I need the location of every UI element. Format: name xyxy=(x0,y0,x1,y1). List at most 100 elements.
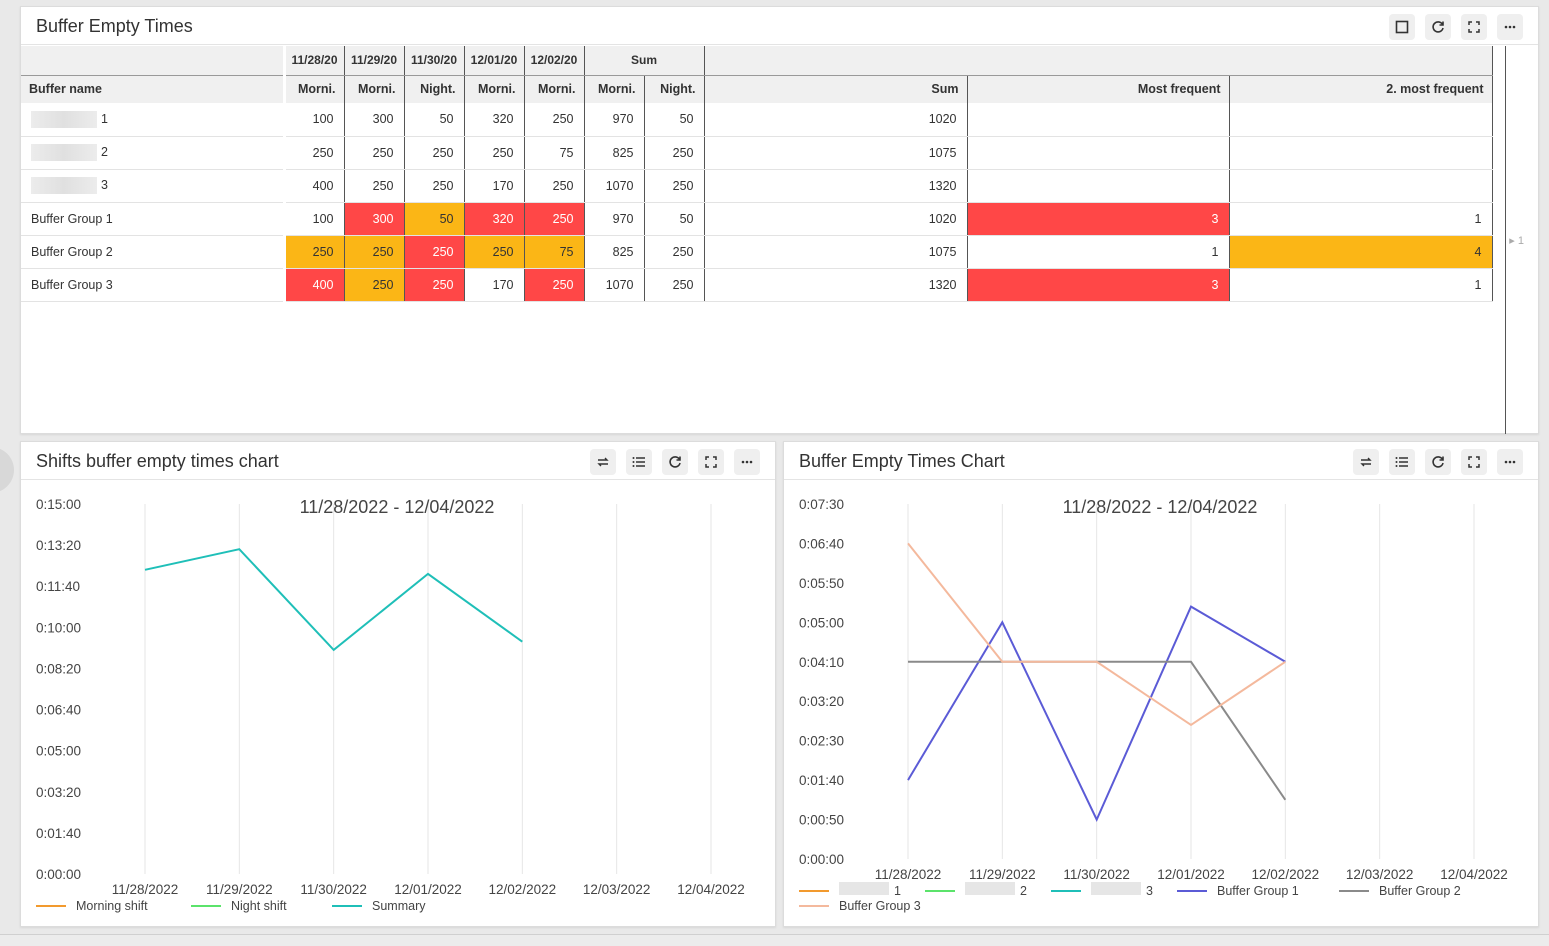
table-cell: 100 xyxy=(284,202,345,236)
column-header[interactable]: 2. most frequent xyxy=(1229,75,1493,103)
table-cell xyxy=(967,169,1230,203)
date-header[interactable]: 12/01/20 xyxy=(464,46,525,76)
y-tick-label: 0:03:20 xyxy=(799,694,844,709)
table-cell: 250 xyxy=(284,235,345,269)
legend-label: 2 xyxy=(1020,884,1027,898)
buffer-name-cell: Buffer Group 1 xyxy=(21,202,286,236)
column-header-buffer-name[interactable]: Buffer name xyxy=(21,75,286,103)
y-tick-label: 0:10:00 xyxy=(36,620,81,635)
fullscreen-icon[interactable] xyxy=(1461,14,1487,40)
refresh-icon[interactable] xyxy=(1425,14,1451,40)
table-row[interactable]: 3 400 250 250 170 250 1070 250 1320 xyxy=(21,169,1493,203)
table-cell: 1 xyxy=(967,235,1230,269)
more-icon[interactable] xyxy=(1497,449,1523,475)
page-indicator[interactable]: ▸ 1 xyxy=(1509,234,1524,247)
y-tick-label: 0:03:20 xyxy=(36,785,81,800)
table-cell: 250 xyxy=(644,268,705,302)
buffer-name-cell: 1 xyxy=(21,103,286,137)
table-row[interactable]: 2 250 250 250 250 75 825 250 1075 xyxy=(21,136,1493,170)
more-icon[interactable] xyxy=(734,449,760,475)
table-cell: 250 xyxy=(524,103,585,137)
table-row[interactable]: Buffer Group 3 400 250 250 170 250 1070 250 1320… xyxy=(21,268,1493,302)
more-icon[interactable] xyxy=(1497,14,1523,40)
legend-label: 1 xyxy=(894,884,901,898)
maximize-icon[interactable] xyxy=(1389,14,1415,40)
table-cell: 1075 xyxy=(704,136,968,170)
refresh-icon[interactable] xyxy=(1425,449,1451,475)
x-tick-label: 11/29/2022 xyxy=(206,882,273,897)
column-header[interactable]: Night. xyxy=(404,75,465,103)
table-cell: 250 xyxy=(464,136,525,170)
x-tick-label: 12/02/2022 xyxy=(489,882,557,897)
date-header[interactable]: 11/30/20 xyxy=(404,46,465,76)
table-row[interactable]: Buffer Group 1 100 300 50 320 250 970 50 1020 3 1 xyxy=(21,202,1493,236)
sidebar-toggle[interactable] xyxy=(0,447,14,493)
x-tick-label: 11/28/2022 xyxy=(875,867,942,882)
table-row[interactable]: 1 100 300 50 320 250 970 50 1020 xyxy=(21,103,1493,137)
x-tick-label: 12/01/2022 xyxy=(394,882,462,897)
fullscreen-icon[interactable] xyxy=(1461,449,1487,475)
table-cell: 250 xyxy=(644,136,705,170)
panel-tools xyxy=(1389,14,1523,40)
table-cell: 300 xyxy=(344,103,405,137)
list-icon[interactable] xyxy=(626,449,652,475)
chart-title: 11/28/2022 - 12/04/2022 xyxy=(300,497,495,517)
table-cell: 1 xyxy=(1229,202,1493,236)
table-cell: 250 xyxy=(404,235,465,269)
column-header[interactable]: Morni. xyxy=(584,75,645,103)
buffer-table: 11/28/20 11/29/20 11/30/20 12/01/20 12/0… xyxy=(21,46,1493,302)
table-cell: 250 xyxy=(284,136,345,170)
x-tick-label: 11/30/2022 xyxy=(1063,867,1130,882)
buffer-name-cell: Buffer Group 3 xyxy=(21,268,286,302)
date-header[interactable]: 11/29/20 xyxy=(344,46,405,76)
table-cell: 1020 xyxy=(704,103,968,137)
table-cell: 170 xyxy=(464,268,525,302)
panel-title: Shifts buffer empty times chart xyxy=(36,451,279,471)
refresh-icon[interactable] xyxy=(662,449,688,475)
column-header[interactable]: Most frequent xyxy=(967,75,1230,103)
table-cell: 170 xyxy=(464,169,525,203)
panel-header: Buffer Empty Times Chart xyxy=(784,442,1538,480)
table-cell: 250 xyxy=(464,235,525,269)
x-tick-label: 11/30/2022 xyxy=(300,882,367,897)
x-tick-label: 12/04/2022 xyxy=(1440,867,1508,882)
panel-title: Buffer Empty Times Chart xyxy=(799,451,1005,471)
column-header[interactable]: Morni. xyxy=(284,75,345,103)
date-header[interactable]: 12/02/20 xyxy=(524,46,585,76)
table-cell: 1 xyxy=(1229,268,1493,302)
table-cell: 250 xyxy=(344,169,405,203)
table-cell: 250 xyxy=(644,235,705,269)
shifts-line-chart: 11/28/2022 11/29/2022 11/30/2022 12/01/2022… xyxy=(36,497,745,913)
status-bar xyxy=(0,934,1549,946)
legend-label: Night shift xyxy=(231,899,287,913)
date-header[interactable]: 11/28/20 xyxy=(284,46,345,76)
swap-icon[interactable] xyxy=(590,449,616,475)
legend-label: Buffer Group 2 xyxy=(1379,884,1461,898)
table-cell: 970 xyxy=(584,103,645,137)
x-tick-label: 11/28/2022 xyxy=(112,882,179,897)
column-header[interactable]: Night. xyxy=(644,75,705,103)
y-tick-label: 0:04:10 xyxy=(799,655,844,670)
list-icon[interactable] xyxy=(1389,449,1415,475)
panel-tools xyxy=(1353,449,1523,475)
buffer-name-cell: Buffer Group 2 xyxy=(21,235,286,269)
y-tick-label: 0:05:50 xyxy=(799,576,844,591)
fullscreen-icon[interactable] xyxy=(698,449,724,475)
table-cell: 100 xyxy=(284,103,345,137)
table-row[interactable]: Buffer Group 2 250 250 250 250 75 825 250 1075 1 4 xyxy=(21,235,1493,269)
table-cell: 50 xyxy=(644,103,705,137)
column-header[interactable]: Sum xyxy=(704,75,968,103)
table-cell: 1320 xyxy=(704,169,968,203)
column-header[interactable]: Morni. xyxy=(524,75,585,103)
buffer-line-chart: 11/28/2022 11/29/2022 11/30/2022 12/01/2022… xyxy=(799,497,1508,913)
swap-icon[interactable] xyxy=(1353,449,1379,475)
table-cell: 4 xyxy=(1229,235,1493,269)
table-cell: 50 xyxy=(404,103,465,137)
x-tick-label: 12/02/2022 xyxy=(1252,867,1320,882)
column-header[interactable]: Morni. xyxy=(344,75,405,103)
redacted-text xyxy=(31,177,97,194)
table-cell: 250 xyxy=(344,136,405,170)
sum-group-header[interactable]: Sum xyxy=(584,46,705,76)
column-header[interactable]: Morni. xyxy=(464,75,525,103)
table-cell: 320 xyxy=(464,202,525,236)
